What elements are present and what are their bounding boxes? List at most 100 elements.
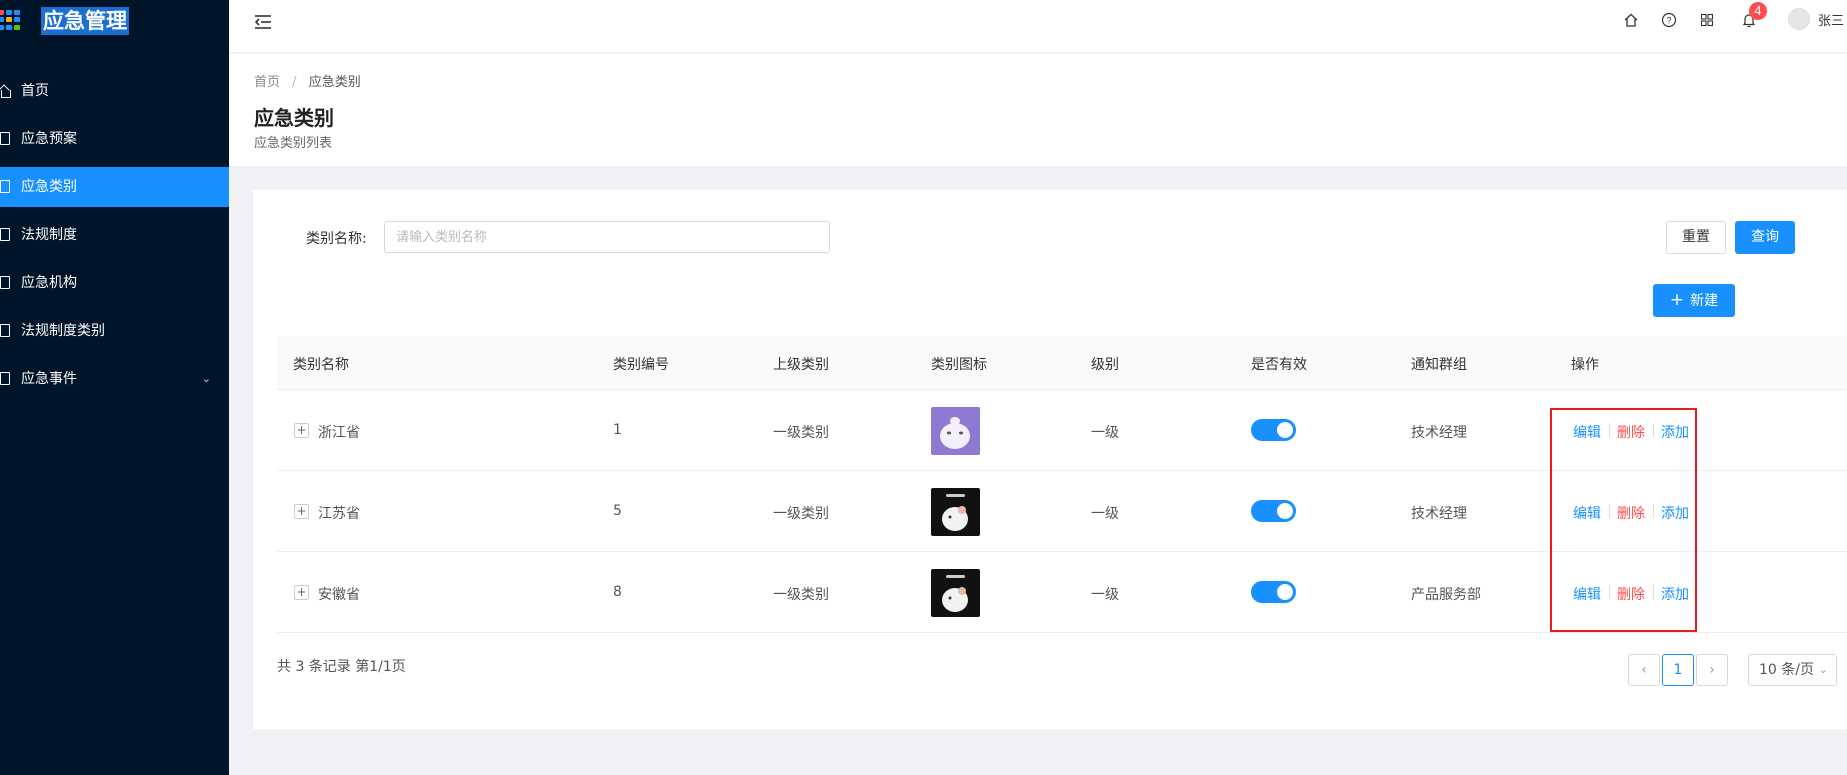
top-header: ? 4 张三 (229, 0, 1847, 53)
column-header: 类别编号 (613, 357, 669, 373)
sidebar-item-regulations[interactable]: 法规制度 (0, 215, 229, 255)
breadcrumb-home[interactable]: 首页 (254, 75, 280, 90)
document-icon (0, 372, 10, 385)
edit-link[interactable]: 编辑 (1573, 503, 1601, 523)
category-icon-image (931, 569, 980, 617)
edit-link[interactable]: 编辑 (1573, 422, 1601, 442)
add-link[interactable]: 添加 (1661, 503, 1689, 523)
sidebar-item-emergency-plan[interactable]: 应急预案 (0, 119, 229, 159)
divider (1609, 423, 1610, 437)
cell-name: 浙江省 (318, 425, 360, 441)
column-header: 上级类别 (773, 357, 829, 373)
category-name-input[interactable] (384, 221, 830, 253)
valid-toggle[interactable] (1251, 419, 1296, 441)
cell-name: 江苏省 (318, 506, 360, 522)
sidebar-item-emergency-event[interactable]: 应急事件 ⌄ (0, 359, 229, 399)
divider (1653, 585, 1654, 599)
column-header: 类别名称 (293, 357, 349, 373)
cell-level: 一级 (1091, 425, 1119, 441)
home-icon[interactable] (1623, 12, 1639, 28)
document-icon (0, 324, 10, 337)
sidebar-item-label: 应急事件 (21, 371, 77, 387)
apps-grid-icon (0, 10, 22, 30)
chevron-right-icon: › (1709, 662, 1715, 678)
table-row: + 江苏省 5 一级类别 一级 技术经理 编辑 删除 添加 (277, 471, 1847, 552)
app-title: 应急管理 (41, 7, 129, 35)
sidebar-item-label: 应急预案 (21, 131, 77, 147)
pagination-summary: 共 3 条记录 第1/1页 (277, 659, 406, 675)
divider (1609, 585, 1610, 599)
menu-fold-icon[interactable] (253, 12, 273, 32)
breadcrumb: 首页 / 应急类别 (254, 71, 361, 90)
cell-group: 产品服务部 (1411, 587, 1481, 603)
prev-page-button[interactable]: ‹ (1628, 654, 1660, 686)
cell-code: 8 (613, 584, 622, 600)
help-icon[interactable]: ? (1661, 12, 1677, 28)
chevron-left-icon: ‹ (1641, 662, 1647, 678)
plus-icon: + (1669, 290, 1685, 310)
sidebar-item-emergency-category[interactable]: 应急类别 (0, 167, 229, 207)
new-button-label: 新建 (1690, 293, 1719, 309)
new-button[interactable]: + 新建 (1653, 284, 1735, 317)
sidebar-menu: 首页 应急预案 应急类别 法规制度 应急机构 法规制度类别 应急事件 ⌄ (0, 71, 229, 407)
column-header: 级别 (1091, 357, 1119, 373)
expand-icon[interactable]: + (294, 585, 309, 600)
query-button[interactable]: 查询 (1735, 221, 1795, 254)
column-header: 通知群组 (1411, 357, 1467, 373)
sidebar-item-label: 应急类别 (21, 179, 77, 195)
page-header: 首页 / 应急类别 应急类别 应急类别列表 (229, 54, 1847, 166)
delete-link[interactable]: 删除 (1617, 422, 1645, 442)
document-icon (0, 228, 10, 241)
next-page-button[interactable]: › (1696, 654, 1728, 686)
sidebar-item-regulation-category[interactable]: 法规制度类别 (0, 311, 229, 351)
column-header: 是否有效 (1251, 357, 1307, 373)
category-icon-image (931, 488, 980, 536)
cell-code: 5 (613, 503, 622, 519)
cell-group: 技术经理 (1411, 506, 1467, 522)
document-icon (0, 180, 10, 193)
column-header: 类别图标 (931, 357, 987, 373)
cell-parent: 一级类别 (773, 587, 829, 603)
cell-level: 一级 (1091, 587, 1119, 603)
document-icon (0, 276, 10, 289)
divider (1653, 504, 1654, 518)
edit-link[interactable]: 编辑 (1573, 584, 1601, 604)
apps-icon[interactable] (1699, 12, 1715, 28)
cell-level: 一级 (1091, 506, 1119, 522)
content-card: 类别名称: 重置 查询 + 新建 类别名称 类别编号 上级类别 类别图标 级别 是… (253, 190, 1847, 729)
sidebar-item-emergency-agency[interactable]: 应急机构 (0, 263, 229, 303)
notification-badge: 4 (1749, 2, 1767, 20)
home-icon (0, 84, 11, 98)
user-name[interactable]: 张三 (1818, 10, 1844, 29)
breadcrumb-current: 应急类别 (308, 75, 361, 90)
sidebar-item-label: 应急机构 (21, 275, 77, 291)
delete-link[interactable]: 删除 (1617, 584, 1645, 604)
page-size-value: 10 条/页 (1759, 662, 1814, 678)
delete-link[interactable]: 删除 (1617, 503, 1645, 523)
add-link[interactable]: 添加 (1661, 422, 1689, 442)
page-number-button[interactable]: 1 (1662, 654, 1694, 686)
page-size-select[interactable]: 10 条/页 ⌄ (1748, 654, 1837, 686)
sidebar-item-label: 首页 (21, 83, 49, 99)
svg-text:?: ? (1666, 16, 1671, 26)
reset-button[interactable]: 重置 (1666, 221, 1726, 254)
add-link[interactable]: 添加 (1661, 584, 1689, 604)
avatar[interactable] (1788, 8, 1810, 30)
cell-code: 1 (613, 422, 622, 438)
category-table: 类别名称 类别编号 上级类别 类别图标 级别 是否有效 通知群组 操作 + 浙江… (277, 336, 1847, 633)
cell-parent: 一级类别 (773, 425, 829, 441)
page-subtitle: 应急类别列表 (254, 136, 333, 151)
valid-toggle[interactable] (1251, 581, 1296, 603)
divider (1609, 504, 1610, 518)
cell-parent: 一级类别 (773, 506, 829, 522)
sidebar-item-label: 法规制度 (21, 227, 77, 243)
sidebar-item-home[interactable]: 首页 (0, 71, 229, 111)
cell-group: 技术经理 (1411, 425, 1467, 441)
expand-icon[interactable]: + (294, 504, 309, 519)
notification-button[interactable]: 4 (1741, 2, 1767, 28)
valid-toggle[interactable] (1251, 500, 1296, 522)
page-title: 应急类别 (254, 106, 334, 130)
divider (1653, 423, 1654, 437)
breadcrumb-separator: / (292, 75, 297, 90)
expand-icon[interactable]: + (294, 423, 309, 438)
